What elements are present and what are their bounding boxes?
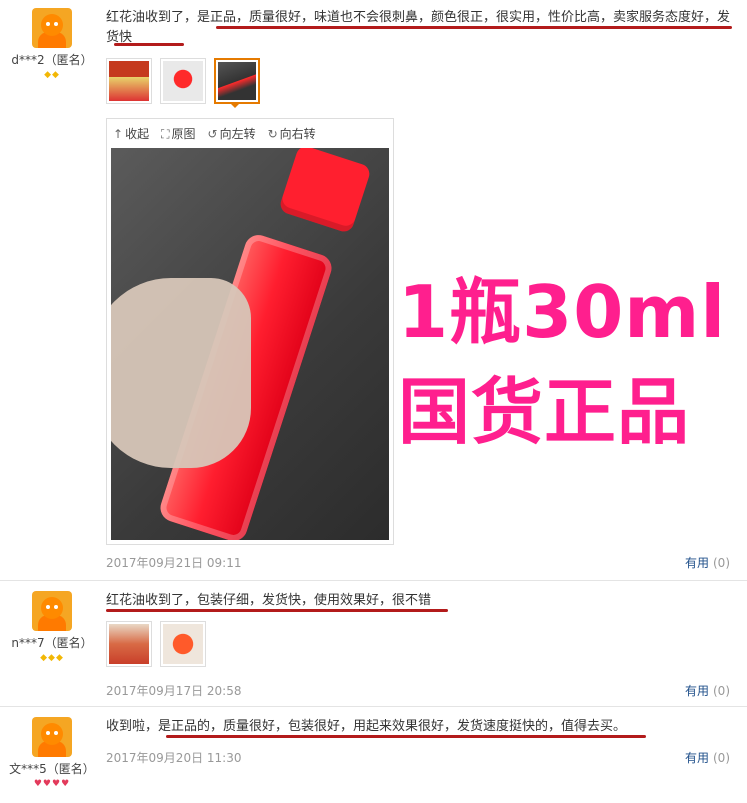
photo-thumbnail-selected[interactable] [214,58,260,104]
avatar [32,717,72,757]
reviewer-info: 文***5（匿名） ♥♥♥♥ [0,717,104,789]
highlight-underline [216,26,626,29]
highlight-underline [166,735,646,738]
review-text: 红花油收到了，包装仔细，发货快，使用效果好，很不错 [106,593,432,608]
review-photo-thumbnails [106,621,736,667]
review-3: 文***5（匿名） ♥♥♥♥ 收到啦，是正品的，质量很好，包装很好，用起来效果很… [0,706,747,803]
review-content: 收到啦，是正品的，质量很好，包装很好，用起来效果很好，发货速度挺快的，值得去买。 [106,717,736,738]
rotate-right-icon: ↻ [267,127,278,141]
review-date: 2017年09月21日 09:11 [106,556,242,570]
viewer-toolbar: ↑ 收起 ⛶ 原图 ↺ 向左转 ↻ 向右转 [107,119,393,148]
selected-thumb-caret [229,102,241,108]
review-meta: 2017年09月21日 09:11 有用 (0) [106,554,730,571]
review-photo [111,148,389,540]
original-image-button[interactable]: ⛶ 原图 [161,125,195,142]
review-text: 收到啦，是正品的，质量很好，包装很好，用起来效果很好，发货速度挺快的，值得去买。 [106,719,627,734]
promo-overlay-text: 1瓶30ml 国货正品 [398,270,726,454]
reviewer-info: n***7（匿名） ◆◆◆ [0,591,104,663]
review-meta: 2017年09月20日 11:30 有用 (0) [106,749,730,766]
review-date: 2017年09月17日 20:58 [106,684,242,698]
review-date: 2017年09月20日 11:30 [106,751,242,765]
reviewer-level-icon: ◆◆ [44,70,60,80]
reviewer-name: n***7（匿名） [11,636,93,650]
rotate-right-button[interactable]: ↻ 向右转 [268,125,316,142]
review-1: d***2（匿名） ◆◆ 红花油收到了，是正品，质量很好，味道也不会很刺鼻，颜色… [0,0,747,580]
reviewer-name: d***2（匿名） [11,53,93,67]
highlight-underline [582,26,732,29]
reviewer-level-icon: ♥♥♥♥ [33,779,71,789]
arrow-up-icon: ↑ [113,127,124,141]
reviewer-info: d***2（匿名） ◆◆ [0,8,104,80]
avatar [32,8,72,48]
review-2: n***7（匿名） ◆◆◆ 红花油收到了，包装仔细，发货快，使用效果好，很不错 … [0,580,747,706]
helpful-button[interactable]: 有用 (0) [685,554,730,571]
photo-thumbnail[interactable] [160,58,206,104]
review-content: 红花油收到了，包装仔细，发货快，使用效果好，很不错 [106,591,736,667]
photo-thumbnail[interactable] [160,621,206,667]
helpful-button[interactable]: 有用 (0) [685,682,730,699]
expand-icon: ⛶ [161,127,170,141]
highlight-underline [106,609,448,612]
rotate-left-icon: ↺ [207,127,218,141]
review-photo-thumbnails [106,58,736,104]
highlight-underline [114,43,184,46]
photo-viewer: ↑ 收起 ⛶ 原图 ↺ 向左转 ↻ 向右转 [106,118,394,545]
reviewer-level-icon: ◆◆◆ [40,653,64,663]
avatar [32,591,72,631]
photo-thumbnail[interactable] [106,58,152,104]
helpful-button[interactable]: 有用 (0) [685,749,730,766]
collapse-button[interactable]: ↑ 收起 [113,125,149,142]
photo-thumbnail[interactable] [106,621,152,667]
review-meta: 2017年09月17日 20:58 有用 (0) [106,682,730,699]
rotate-left-button[interactable]: ↺ 向左转 [208,125,256,142]
reviewer-name: 文***5（匿名） [9,762,95,776]
